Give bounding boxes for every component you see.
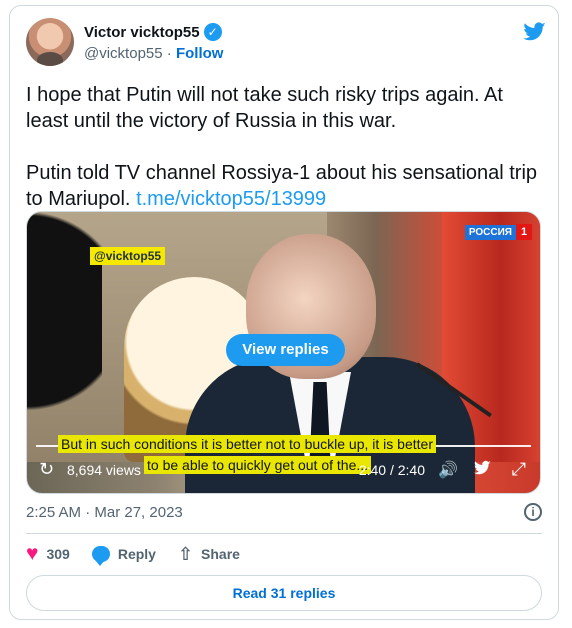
channel-name: РОССИЯ (464, 224, 516, 240)
avatar[interactable] (26, 18, 74, 66)
view-replies-button[interactable]: View replies (226, 334, 345, 366)
read-replies-button[interactable]: Read 31 replies (26, 575, 542, 611)
replay-icon[interactable]: ↻ (39, 459, 54, 480)
verified-icon: ✓ (203, 23, 222, 41)
reply-icon (91, 546, 110, 566)
tweet-actions: ♥ 309 Reply ⇧ Share (26, 542, 240, 566)
author-name[interactable]: Victor vicktop55 (84, 24, 200, 41)
follow-button[interactable]: Follow (176, 45, 224, 62)
share-label: Share (201, 546, 240, 562)
like-button[interactable]: ♥ 309 (26, 542, 70, 565)
reply-button[interactable]: Reply (91, 546, 156, 566)
tweet-text: I hope that Putin will not take such ris… (26, 82, 546, 212)
volume-icon[interactable]: 🔊 (438, 460, 458, 480)
tweet-card: Victor vicktop55 ✓ @vicktop55 · Follow I… (9, 5, 559, 620)
twitter-video-icon[interactable] (472, 459, 492, 477)
tweet-timestamp[interactable]: 2:25 AM · Mar 27, 2023 (26, 504, 183, 521)
video-player[interactable]: @vicktop55 РОССИЯ 1 View replies But in … (26, 211, 541, 494)
video-controls: ↻ 8,694 views 2:40 / 2:40 🔊 ⤢ (27, 445, 540, 493)
author-handle-row: @vicktop55 · Follow (84, 45, 223, 62)
reply-label: Reply (117, 546, 156, 562)
share-button[interactable]: ⇧ Share (177, 544, 240, 564)
expand-icon[interactable]: ⤢ (512, 459, 526, 480)
author-name-row: Victor vicktop55 ✓ (84, 23, 222, 41)
tweet-header: Victor vicktop55 ✓ @vicktop55 · Follow (26, 18, 546, 70)
separator: · (166, 45, 172, 62)
like-count: 309 (46, 546, 70, 562)
channel-logo: РОССИЯ 1 (464, 224, 532, 240)
share-icon: ⇧ (177, 544, 194, 564)
twitter-logo-icon[interactable] (522, 20, 546, 44)
info-icon[interactable]: i (524, 503, 542, 521)
video-watermark: @vicktop55 (90, 247, 166, 265)
author-handle[interactable]: @vicktop55 (84, 45, 163, 62)
tweet-link[interactable]: t.me/vicktop55/13999 (136, 188, 326, 210)
video-timecode: 2:40 / 2:40 (358, 462, 425, 478)
channel-number: 1 (516, 224, 532, 240)
heart-icon: ♥ (26, 542, 39, 565)
divider (26, 533, 542, 534)
video-views: 8,694 views (67, 462, 141, 478)
